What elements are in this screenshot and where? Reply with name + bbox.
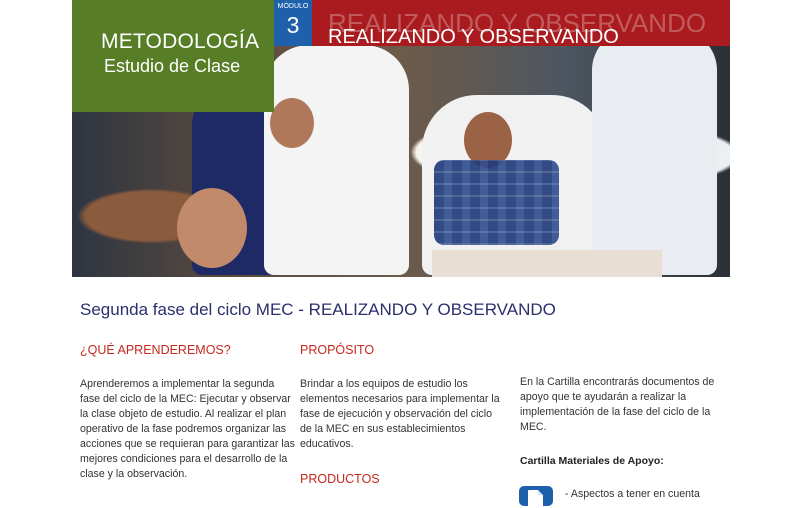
phase-title: REALIZANDO Y OBSERVANDO [328,26,619,46]
learn-description: Aprenderemos a implementar la segunda fa… [80,378,295,480]
material-link[interactable]: - Aspectos a tener en cuenta [565,488,700,500]
page-title: Segunda fase del ciclo MEC - REALIZANDO … [80,300,556,319]
student-figure [592,30,717,275]
module-number: 3 [286,12,300,38]
materials-title: Cartilla Materiales de Apoyo: [520,455,664,467]
module-label: MÓDULO [277,3,309,10]
learn-heading: ¿QUÉ APRENDEREMOS? [80,343,231,357]
badge-subtitle: Estudio de Clase [104,56,241,76]
purpose-description: Brindar a los equipos de estudio los ele… [300,378,500,450]
document-icon [528,490,543,508]
document-download-button[interactable] [519,486,553,508]
products-heading: PRODUCTOS [300,472,380,486]
module-badge: MÓDULO 3 [274,0,312,46]
purpose-heading: PROPÓSITO [300,343,375,357]
student-face [177,188,247,268]
methodology-badge: METODOLOGÍA Estudio de Clase [72,0,274,112]
badge-title: METODOLOGÍA [101,30,260,53]
student-face [270,98,314,148]
phase-banner: REALIZANDO Y OBSERVANDO REALIZANDO Y OBS… [312,0,730,46]
desk [432,250,662,277]
hero-banner: METODOLOGÍA Estudio de Clase MÓDULO 3 RE… [72,0,730,277]
student-figure [264,45,409,275]
card-description: En la Cartilla encontrarás documentos de… [520,376,715,433]
school-uniform [434,160,559,245]
